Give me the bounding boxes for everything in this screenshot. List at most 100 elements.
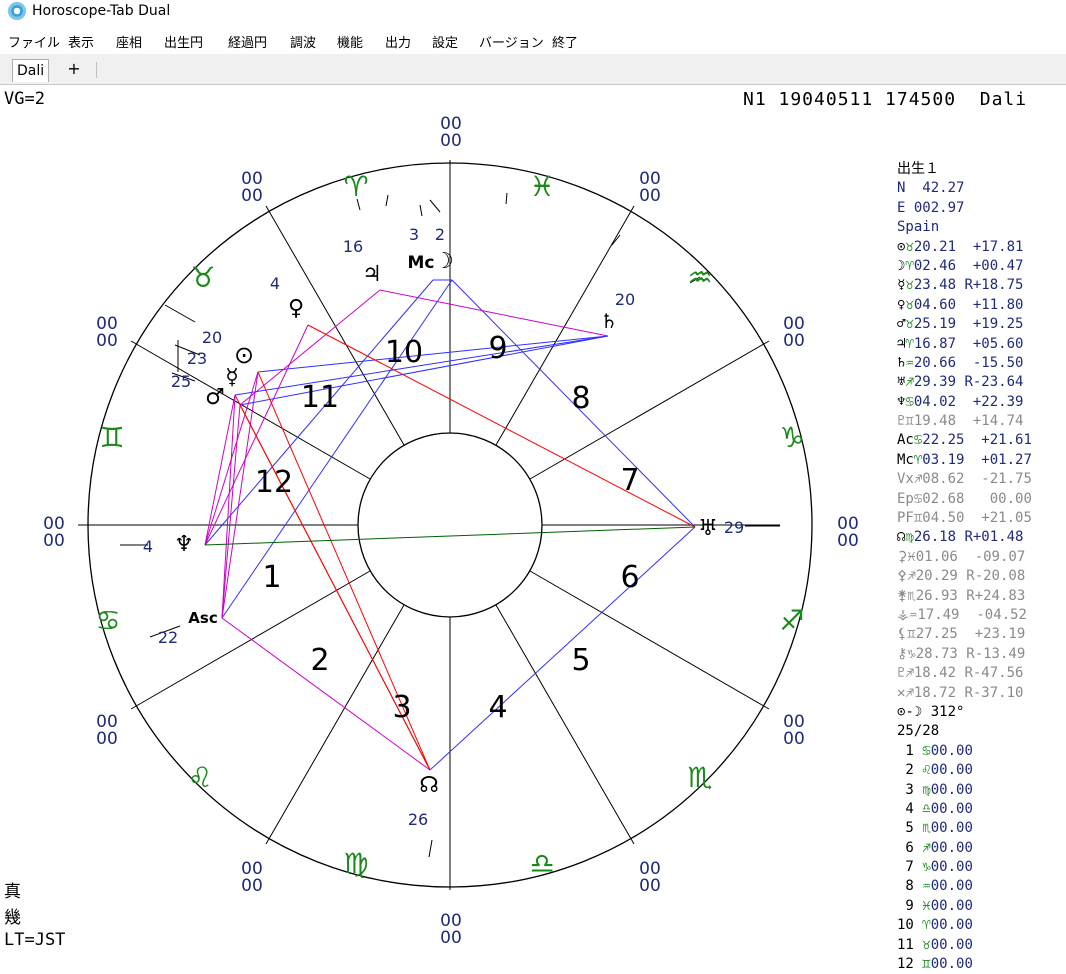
ratio-label: 25/28 — [897, 723, 940, 740]
cusp-sign-icon: ♒ — [922, 878, 931, 895]
planet-glyph-icon: ⚴ — [897, 568, 908, 585]
sign-glyph-icon: ♊ — [905, 413, 914, 430]
title-bar: Horoscope-Tab Dual — [0, 0, 1066, 24]
menu-aspect[interactable]: 座相 — [116, 32, 142, 51]
planet-row: ⊙♉20.21 +17.81 — [897, 238, 1066, 257]
planet-position: 26.18 R+01.48 — [913, 529, 1024, 546]
aries-icon: ♈ — [343, 170, 368, 203]
house-1: 1 — [262, 560, 281, 595]
sun-moon-angle: ⊙-☽ 312° — [897, 703, 965, 720]
gemini-icon: ♊ — [99, 421, 124, 454]
planet-position: 02.46 +00.47 — [913, 257, 1024, 274]
menu-version[interactable]: バージョン — [479, 32, 544, 51]
planet-position: 23.48 R+18.75 — [913, 277, 1024, 294]
ring-label: 00 — [96, 331, 118, 351]
menu-settings[interactable]: 設定 — [432, 32, 458, 51]
planet-position: 04.50 +21.05 — [922, 510, 1032, 527]
planet-position: 29.39 R-23.64 — [913, 374, 1024, 391]
degree-label: 16 — [343, 237, 363, 256]
planet-position: 17.49 -04.52 — [917, 606, 1027, 623]
planet-position: 08.62 -21.75 — [922, 471, 1032, 488]
planet-position: 01.06 -09.07 — [915, 548, 1026, 565]
house-3: 3 — [392, 690, 411, 725]
pisces-icon: ♓ — [529, 170, 554, 203]
planet-row: ♃♈16.87 +05.60 — [897, 335, 1066, 354]
add-tab-button[interactable]: + — [66, 59, 82, 79]
cusp-sign-icon: ♓ — [922, 897, 931, 914]
menu-view[interactable]: 表示 — [68, 32, 94, 51]
virgo-icon: ♍ — [343, 847, 368, 880]
planet-position: 03.19 +01.27 — [922, 451, 1032, 468]
degree-label: 4 — [270, 274, 280, 293]
inner-circle — [357, 432, 543, 618]
menu-exit[interactable]: 終了 — [552, 32, 578, 51]
cusp-sign-icon: ♎ — [922, 800, 931, 817]
cusp-row: 2 ♌00.00 — [897, 761, 1066, 780]
ring-label: 00 — [96, 729, 118, 749]
cusp-sign-icon: ♐ — [922, 839, 931, 856]
cusp-number: 9 — [897, 897, 914, 914]
cusp-number: 3 — [897, 781, 914, 798]
sign-glyph-icon: ♉ — [905, 238, 914, 255]
planet-row: ⚵♏26.93 R+24.83 — [897, 587, 1066, 606]
menu-file[interactable]: ファイル — [8, 32, 60, 51]
planet-row: ⚴♐20.29 R-20.08 — [897, 567, 1066, 586]
neptune-icon: ♆ — [174, 532, 194, 557]
planet-position: 16.87 +05.60 — [913, 335, 1024, 352]
chart-label: 出生１ — [897, 161, 939, 177]
cusp-row: 8 ♒00.00 — [897, 877, 1066, 896]
menu-natal-circle[interactable]: 出生円 — [164, 32, 203, 51]
cusp-row: 10 ♈00.00 — [897, 916, 1066, 935]
cusp-sign-icon: ♌ — [922, 762, 931, 779]
ring-label: 00 — [440, 131, 462, 151]
menu-harmonic[interactable]: 調波 — [290, 32, 316, 51]
planet-glyph-icon: PF — [897, 510, 914, 527]
cusp-row: 11 ♉00.00 — [897, 936, 1066, 955]
house-4: 4 — [488, 690, 507, 725]
sign-glyph-icon: ♊ — [907, 626, 916, 643]
planet-glyph-icon: Ac — [897, 432, 914, 449]
menu-function[interactable]: 機能 — [337, 32, 363, 51]
degree-labels: 16 3 2 4 20 23 25 20 29 4 22 26 — [143, 225, 744, 829]
cusp-number: 12 — [897, 956, 914, 973]
planet-glyph-icon: ⚵ — [897, 587, 908, 604]
planet-row: Ac♋22.25 +21.61 — [897, 431, 1066, 450]
menu-transit-circle[interactable]: 経過円 — [228, 32, 267, 51]
planet-row: PF♊04.50 +21.05 — [897, 509, 1066, 528]
cusp-number: 4 — [897, 800, 914, 817]
degree-label: 3 — [409, 225, 419, 244]
planet-row: ☊♍26.18 R+01.48 — [897, 528, 1066, 547]
cusp-sign-icon: ♋ — [922, 742, 931, 759]
planet-row: ♅♐29.39 R-23.64 — [897, 373, 1066, 392]
planet-position: 26.93 R+24.83 — [915, 587, 1026, 604]
planet-position-list: ⊙♉20.21 +17.81 ☽♈02.46 +00.47 ☿♉23.48 R+18… — [897, 238, 1066, 703]
mercury-icon: ☿ — [225, 365, 239, 390]
house-9: 9 — [488, 331, 507, 366]
cusp-sign-icon: ♑ — [922, 859, 931, 876]
house-7: 7 — [620, 463, 639, 498]
cusp-number: 5 — [897, 820, 914, 837]
cusp-number: 10 — [897, 917, 914, 934]
planet-position: 18.42 R-47.56 — [913, 665, 1024, 682]
house-8: 8 — [571, 381, 590, 416]
scorpio-icon: ♏ — [687, 761, 712, 794]
sign-glyph-icon: ♏ — [907, 587, 916, 604]
planet-position: 28.73 R-13.49 — [915, 645, 1026, 662]
menu-output[interactable]: 出力 — [385, 32, 411, 51]
sign-glyph-icon: ♑ — [907, 645, 916, 662]
sign-glyph-icon: ♐ — [905, 374, 914, 391]
capricorn-icon: ♑ — [779, 421, 804, 454]
planet-position: 20.66 -15.50 — [913, 354, 1024, 371]
cusp-degree: 00.00 — [930, 800, 973, 817]
ring-label: 00 — [639, 186, 661, 206]
tab-dali[interactable]: Dali — [12, 59, 50, 82]
planet-row: ☿♉23.48 R+18.75 — [897, 276, 1066, 295]
cusp-sign-icon: ♊ — [922, 956, 931, 973]
ring-label: 00 — [43, 531, 65, 551]
cusp-sign-icon: ♈ — [922, 917, 931, 934]
north-node-icon: ☊ — [419, 773, 439, 798]
cusp-degree: 00.00 — [930, 936, 973, 953]
planet-row: ♂♉25.19 +19.25 — [897, 315, 1066, 334]
horoscope-wheel[interactable]: 00 00 00 00 00 00 00 00 00 00 00 00 00 0… — [0, 90, 895, 957]
house-10: 10 — [385, 335, 423, 370]
